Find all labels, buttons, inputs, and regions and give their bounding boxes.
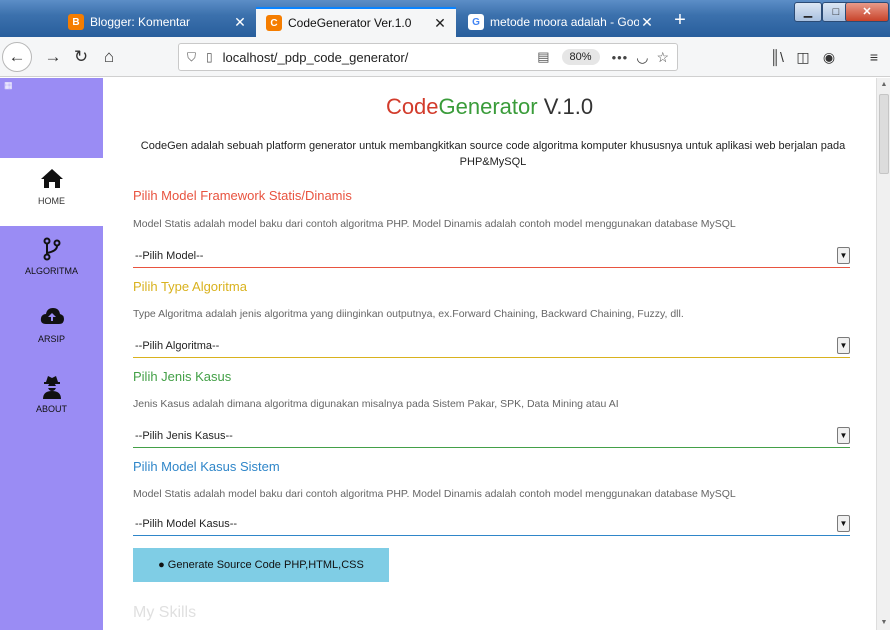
- user-secret-icon: [42, 376, 61, 399]
- shield-icon[interactable]: ⛉: [187, 50, 196, 65]
- tab-title: metode moora adalah - Googl: [490, 15, 639, 29]
- scroll-up-icon[interactable]: ▲: [878, 78, 890, 92]
- section-heading-model-framework: Pilih Model Framework Statis/Dinamis: [133, 188, 352, 203]
- sidebar-header: ▦: [0, 78, 103, 158]
- tab-title: Blogger: Komentar: [90, 15, 191, 29]
- section-heading-model-kasus: Pilih Model Kasus Sistem: [133, 459, 280, 474]
- sidebar-item-algoritma[interactable]: ALGORITMA: [0, 236, 103, 276]
- zoom-level[interactable]: 80%: [561, 49, 600, 65]
- page-viewport: ▦ HOME ALGORITMA ARSIP ABOUT CodeGenerat…: [0, 78, 876, 630]
- tab-google[interactable]: G metode moora adalah - Googl ✕: [458, 7, 663, 37]
- code-branch-icon: [43, 237, 60, 261]
- minimize-button[interactable]: ▁: [794, 2, 822, 22]
- main-content: CodeGenerator V.1.0 CodeGen adalah sebua…: [103, 78, 876, 630]
- url-text[interactable]: localhost/_pdp_code_generator/: [223, 50, 538, 65]
- sidebar-item-label: HOME: [38, 196, 65, 206]
- back-button[interactable]: ←: [2, 42, 32, 72]
- window-close-button[interactable]: ✕: [845, 2, 889, 22]
- image-placeholder-icon: ▦: [4, 80, 13, 90]
- github-icon: ●: [158, 559, 165, 571]
- pocket-icon[interactable]: ◡: [636, 49, 648, 66]
- select-model-kasus[interactable]: --Pilih Model Kasus-- ▼: [133, 512, 850, 536]
- sidebar-item-label: ABOUT: [35, 404, 67, 414]
- forward-button[interactable]: →: [40, 44, 66, 70]
- skills-heading: My Skills: [133, 604, 197, 621]
- section-text-jenis-kasus: Jenis Kasus adalah dimana algoritma digu…: [133, 398, 619, 410]
- sidebar-item-arsip[interactable]: ARSIP: [0, 304, 103, 344]
- blogger-icon: B: [68, 14, 84, 30]
- generate-source-code-button[interactable]: ● Generate Source Code PHP,HTML,CSS: [133, 548, 389, 582]
- close-icon[interactable]: ✕: [432, 15, 448, 32]
- scrollbar-thumb[interactable]: [879, 94, 889, 174]
- sidebar-item-label: ARSIP: [37, 334, 65, 344]
- codegen-icon: C: [266, 15, 282, 31]
- title-generator: Generator: [438, 94, 538, 119]
- close-icon[interactable]: ✕: [232, 14, 248, 31]
- select-algoritma[interactable]: --Pilih Algoritma-- ▼: [133, 334, 850, 358]
- section-text-model-framework: Model Statis adalah model baku dari cont…: [133, 218, 736, 230]
- address-bar[interactable]: ⛉ ▯ localhost/_pdp_code_generator/ ▤ 80%…: [178, 43, 678, 71]
- page-info-icon[interactable]: ▯: [206, 50, 213, 64]
- chevron-down-icon[interactable]: ▼: [837, 515, 850, 532]
- vertical-scrollbar[interactable]: ▲ ▼: [876, 78, 890, 630]
- sidebar-item-home[interactable]: HOME: [0, 166, 103, 206]
- page-actions-icon[interactable]: •••: [612, 50, 629, 65]
- section-text-model-kasus: Model Statis adalah model baku dari cont…: [133, 488, 736, 500]
- select-value: --Pilih Model--: [135, 249, 204, 262]
- select-value: --Pilih Algoritma--: [135, 339, 220, 352]
- section-text-type-algoritma: Type Algoritma adalah jenis algoritma ya…: [133, 308, 684, 320]
- home-button[interactable]: ⌂: [96, 44, 122, 70]
- cloud-upload-icon: [40, 308, 64, 324]
- tab-blogger[interactable]: B Blogger: Komentar ✕: [58, 7, 256, 37]
- generate-button-label: Generate Source Code PHP,HTML,CSS: [167, 559, 364, 571]
- home-icon: [40, 169, 63, 188]
- scroll-down-icon[interactable]: ▼: [878, 616, 890, 630]
- page-description: CodeGen adalah sebuah platform generator…: [140, 140, 846, 168]
- reader-view-icon[interactable]: ▤: [537, 49, 549, 65]
- close-icon[interactable]: ✕: [639, 14, 655, 31]
- chevron-down-icon[interactable]: ▼: [837, 427, 850, 444]
- chevron-down-icon[interactable]: ▼: [837, 337, 850, 354]
- section-heading-type-algoritma: Pilih Type Algoritma: [133, 279, 247, 294]
- google-icon: G: [468, 14, 484, 30]
- section-heading-jenis-kasus: Pilih Jenis Kasus: [133, 369, 232, 384]
- tab-codegenerator[interactable]: C CodeGenerator Ver.1.0 ✕: [256, 7, 456, 37]
- account-icon[interactable]: ◉: [817, 44, 841, 70]
- sidebar-item-label: ALGORITMA: [24, 266, 78, 276]
- bookmark-star-icon[interactable]: ☆: [656, 49, 669, 66]
- navigation-toolbar: ← → ↻ ⌂ ⛉ ▯ localhost/_pdp_code_generato…: [0, 37, 890, 77]
- title-version: V.1.0: [537, 94, 594, 119]
- reload-button[interactable]: ↻: [68, 44, 94, 70]
- select-value: --Pilih Model Kasus--: [135, 517, 238, 530]
- select-model[interactable]: --Pilih Model-- ▼: [133, 244, 850, 268]
- tab-title: CodeGenerator Ver.1.0: [288, 16, 412, 30]
- sidebar-item-about[interactable]: ABOUT: [0, 374, 103, 414]
- sidebar-toggle-icon[interactable]: ◫: [791, 44, 815, 70]
- page-title: CodeGenerator V.1.0: [103, 94, 876, 120]
- chevron-down-icon[interactable]: ▼: [837, 247, 850, 264]
- sidebar: ▦ HOME ALGORITMA ARSIP ABOUT: [0, 78, 103, 630]
- select-value: --Pilih Jenis Kasus--: [135, 429, 233, 442]
- new-tab-button[interactable]: +: [668, 9, 692, 33]
- menu-icon[interactable]: ≡: [862, 44, 886, 70]
- title-code: Code: [385, 94, 439, 119]
- select-jenis-kasus[interactable]: --Pilih Jenis Kasus-- ▼: [133, 424, 850, 448]
- library-icon[interactable]: ║\: [765, 44, 789, 70]
- browser-titlebar: B Blogger: Komentar ✕ C CodeGenerator Ve…: [0, 0, 890, 37]
